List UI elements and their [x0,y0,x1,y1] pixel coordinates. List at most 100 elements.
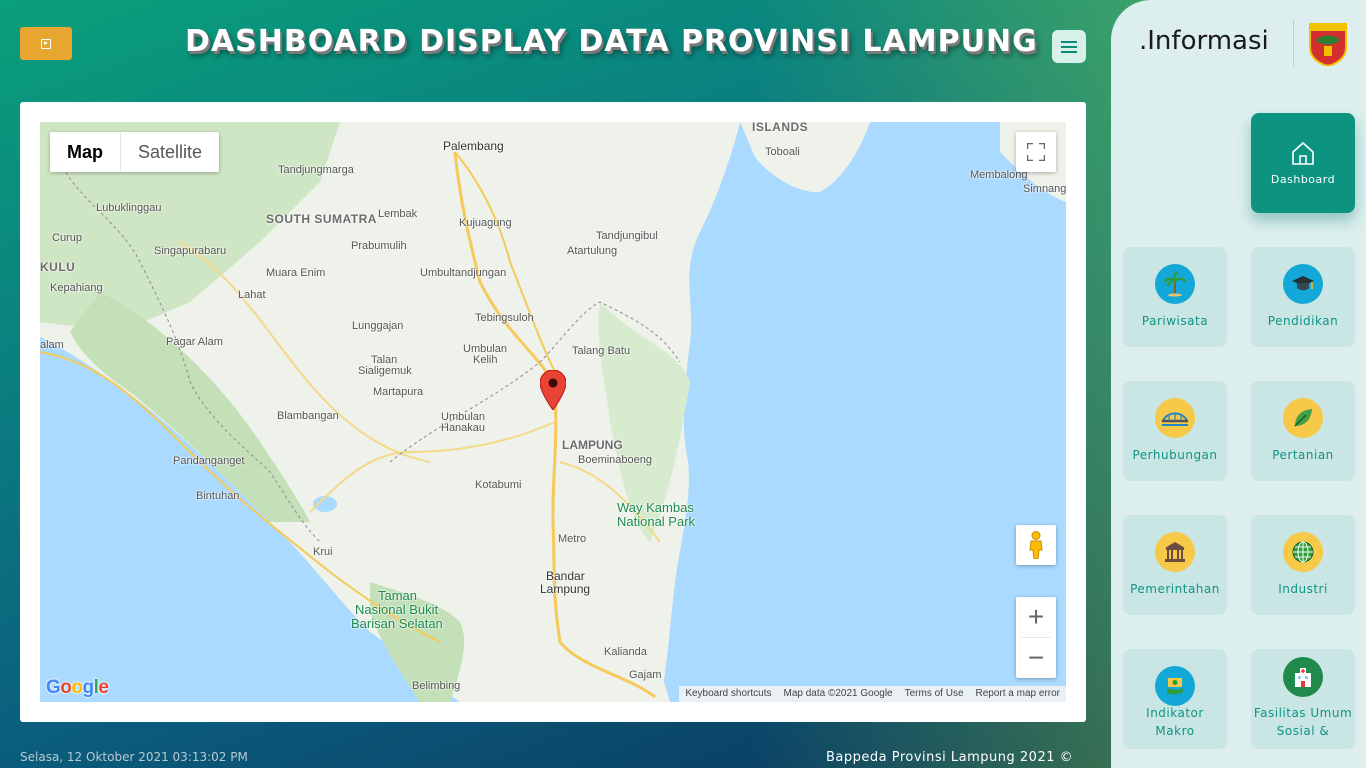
map-label: Pagar Alam [166,336,223,348]
bridge-icon [1155,398,1195,438]
fullscreen-icon [1027,143,1045,161]
map-type-satellite-button[interactable]: Satellite [121,132,219,172]
sidebar-item-dashboard[interactable]: Dashboard [1251,113,1355,213]
map-label: Lembak [378,208,418,220]
map-label: Singapurabaru [154,245,227,257]
map-type-control: Map Satellite [50,132,220,172]
map-label: Blambangan [277,410,339,422]
sidebar-item-pemerintahan[interactable]: Pemerintahan [1123,515,1227,615]
map-label: Belimbing [412,680,461,692]
zoom-control: + − [1016,597,1056,678]
sidebar-item-perhubungan[interactable]: Perhubungan [1123,381,1227,481]
map-label: Martapura [373,386,424,398]
home-icon [1283,133,1323,173]
map-label: KULU [40,260,76,274]
money-icon [1155,666,1195,706]
map-label: Tandjungmarga [278,164,354,176]
sidebar-item-label: Indikator Makro [1146,706,1204,738]
map-label: Taman [378,588,418,603]
leaf-icon [1283,398,1323,438]
sidebar-item-label: Fasilitas Umum Sosial & [1253,706,1353,738]
map-label: Hanakau [441,422,486,434]
map-label: Tebingsuloh [475,312,534,324]
zoom-out-button[interactable]: − [1016,638,1056,678]
menu-icon-bar [1061,50,1077,53]
pegman-icon [1029,531,1043,559]
sidebar-item-label: Pertanian [1272,448,1334,462]
page-title: DASHBOARD DISPLAY DATA PROVINSI LAMPUNG [185,24,1038,59]
fullscreen-button[interactable] [1016,132,1056,172]
report-map-error-link[interactable]: Report a map error [970,686,1066,702]
map-label: Curup [52,232,82,244]
street-view-pegman-button[interactable] [1016,525,1056,565]
map-label: Lubuklinggau [96,202,162,214]
map-label: ISLANDS [752,122,809,134]
google-logo[interactable]: Google [46,677,109,699]
map-label: Boeminaboeng [578,454,653,466]
map-label: Kepahiang [50,282,103,294]
sidebar-item-label: Industri [1278,582,1328,596]
map-label: Nasional Bukit [355,602,439,617]
footer-datetime: Selasa, 12 Oktober 2021 03:13:02 PM [20,750,248,764]
terms-of-use-link[interactable]: Terms of Use [899,686,970,702]
sidebar-item-industri[interactable]: Industri [1251,515,1355,615]
lampung-logo [1306,20,1350,68]
sidebar-item-pariwisata[interactable]: Pariwisata [1123,247,1227,347]
map-label: Barisan Selatan [351,616,443,631]
map-label: Bandar [546,569,585,583]
map-label: LAMPUNG [562,438,623,452]
map-label: Krui [313,546,333,558]
sidebar-divider [1293,20,1294,66]
map-attribution: Keyboard shortcuts Map data ©2021 Google… [679,686,1066,702]
map-data-text: Map data ©2021 Google [783,688,893,699]
map-label: Talang Batu [572,345,631,357]
palm-tree-icon [1155,264,1195,304]
map-base-layer [40,122,1066,702]
map-label: Metro [558,533,587,545]
google-map[interactable]: ISLANDS Palembang Toboali Membalong Simn… [40,122,1066,702]
play-icon [41,38,51,49]
sidebar: .Informasi Dashboard Pariwisata Pendidik… [1111,0,1366,768]
map-label: SOUTH SUMATRA [266,212,377,226]
map-label: Lahat [238,289,266,301]
map-label: Kujuagung [459,217,512,229]
map-label: Tandjungibul [596,230,658,242]
sidebar-item-pendidikan[interactable]: Pendidikan [1251,247,1355,347]
sidebar-item-indikator-makro[interactable]: Indikator Makro [1123,649,1227,749]
map-label: Toboali [765,146,800,158]
sidebar-item-label: Perhubungan [1132,448,1218,462]
map-type-map-button[interactable]: Map [50,132,121,172]
map-label: Prabumulih [351,240,407,252]
map-label: Lampung [540,582,591,596]
map-label: Kalianda [604,646,647,658]
footer-copyright: Bappeda Provinsi Lampung 2021 © [826,750,1074,765]
sidebar-item-label: Pariwisata [1141,314,1209,328]
sidebar-item-pertanian[interactable]: Pertanian [1251,381,1355,481]
sidebar-item-fasilitas-umum[interactable]: Fasilitas Umum Sosial & [1251,649,1355,749]
map-label: alam [40,339,64,351]
hamburger-menu-button[interactable] [1052,30,1086,63]
map-label: Sialigemuk [358,365,412,377]
map-label: Gajam [629,669,662,681]
sidebar-item-label: Pendidikan [1267,314,1339,328]
keyboard-shortcuts-link[interactable]: Keyboard shortcuts [679,686,777,702]
graduation-cap-icon [1283,264,1323,304]
menu-icon-bar [1061,40,1077,43]
map-label: Pandanganget [173,455,245,467]
menu-icon-bar [1061,45,1077,48]
zoom-in-button[interactable]: + [1016,597,1056,637]
sidebar-item-label: Dashboard [1270,173,1336,186]
location-pin-icon[interactable] [539,369,567,411]
hospital-icon [1283,657,1323,697]
map-label: Bintuhan [196,490,240,502]
map-label: Lunggajan [352,320,404,332]
toggle-button[interactable] [20,27,72,60]
map-label: Way Kambas [617,500,694,515]
map-label: National Park [617,514,696,529]
map-label: Muara Enim [266,267,326,279]
globe-icon [1283,532,1323,572]
sidebar-item-label: Pemerintahan [1130,582,1220,596]
map-label: Atartulung [567,245,618,257]
map-label: Kotabumi [475,479,522,491]
map-label: Palembang [443,139,504,153]
